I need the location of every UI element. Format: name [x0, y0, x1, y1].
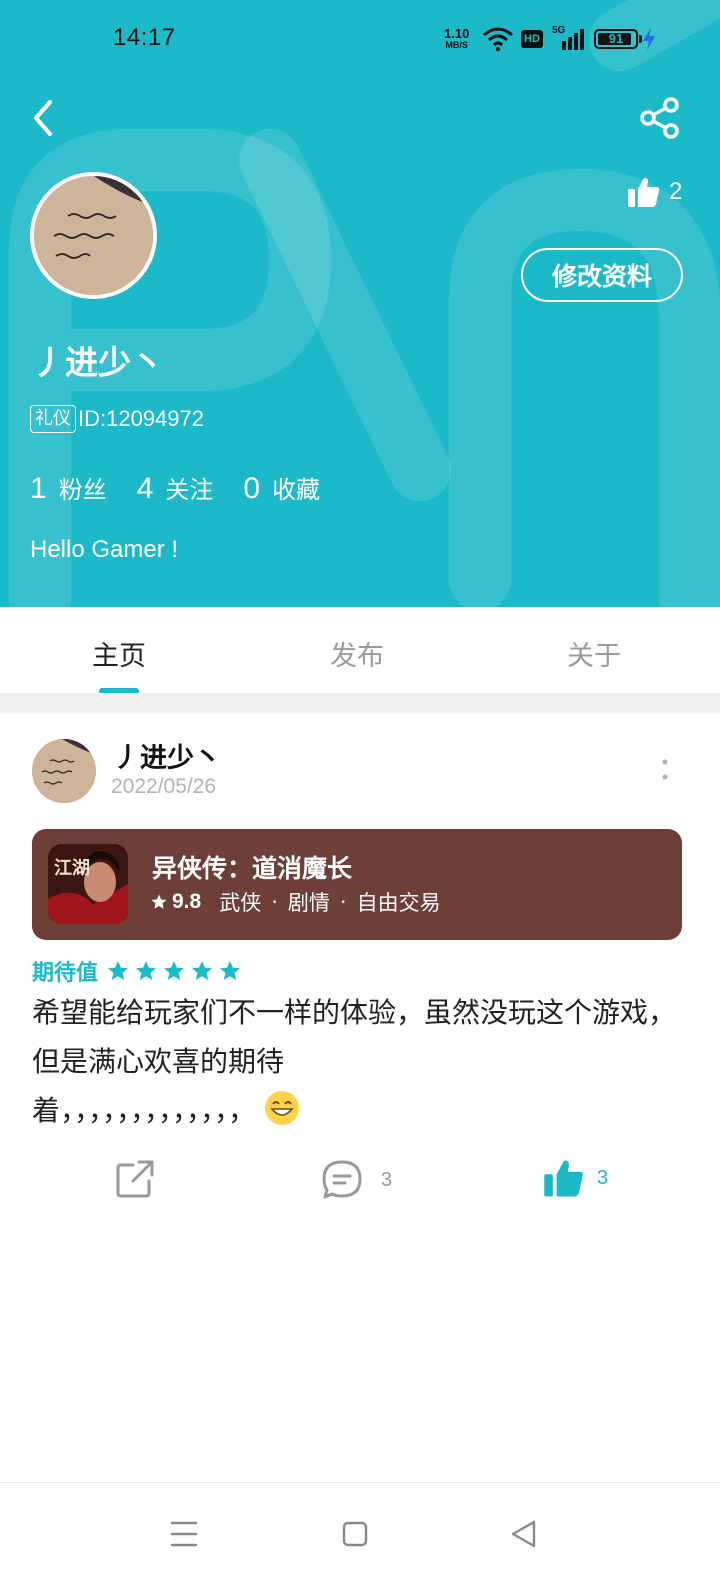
- back-button[interactable]: [26, 96, 66, 140]
- comment-icon: [322, 1160, 362, 1199]
- stat-favorites-label: 收藏: [272, 476, 321, 504]
- tab-home[interactable]: 主页: [0, 607, 270, 693]
- game-meta: 9.8 武侠 · 剧情 · 自由交易: [150, 887, 441, 917]
- share-icon: [640, 97, 679, 139]
- game-card[interactable]: 江湖 异侠传：道消魔长 9.8 武侠 · 剧情 · 自由交易: [32, 829, 682, 940]
- profile-bio: Hello Gamer !: [30, 536, 179, 563]
- like-count: 3: [597, 1166, 609, 1189]
- review-line-last: 着，，，，，，，，，，，，，: [32, 1086, 682, 1135]
- stat-fans-label: 粉丝: [58, 476, 107, 504]
- more-vertical-icon: [662, 759, 668, 780]
- stat-fans-count: 1: [30, 472, 47, 505]
- status-time: 14:17: [113, 24, 176, 51]
- watermark-graphic: [9, 0, 720, 607]
- profile-username: 丿进少丶: [32, 343, 164, 382]
- comment-count: 3: [381, 1168, 393, 1191]
- profile-header: 14:17 1.10 MB/S HD 5G 91 2 修改资料 丿进少丶 礼仪 …: [0, 0, 720, 607]
- review-text: 希望能给玩家们不一样的体验，虽然没玩这个游戏，但是满心欢喜的期待 着，，，，，，…: [32, 988, 682, 1135]
- stat-favorites[interactable]: 0 收藏: [243, 470, 320, 506]
- battery-level: 91: [608, 31, 624, 46]
- system-back-button[interactable]: [507, 1517, 541, 1551]
- avatar-image: [34, 176, 153, 295]
- id-row: 礼仪 ID:12094972: [30, 405, 204, 433]
- post-actions: 3 3: [0, 1155, 720, 1205]
- section-divider: [0, 693, 720, 713]
- charging-icon: [643, 28, 655, 50]
- user-id: ID:12094972: [78, 406, 204, 431]
- profile-like-button[interactable]: 2: [627, 172, 682, 212]
- hd-badge: HD: [521, 30, 543, 48]
- game-title: 异侠传：道消魔长: [152, 854, 353, 883]
- game-tag: 自由交易: [356, 891, 441, 915]
- stat-favorites-count: 0: [243, 472, 261, 505]
- back-icon: [34, 100, 52, 136]
- expectation-label: 期待值: [32, 961, 99, 986]
- thumbs-up-icon: [544, 1160, 583, 1197]
- game-score: 9.8: [172, 890, 202, 913]
- rating-star-icon: [136, 961, 157, 980]
- back-triangle-icon: [511, 1520, 536, 1548]
- stat-following-count: 4: [136, 472, 154, 505]
- stat-following[interactable]: 4 关注: [137, 470, 214, 506]
- network-speed-value: 1.10: [444, 26, 470, 41]
- profile-avatar[interactable]: [30, 172, 157, 299]
- game-tag: 剧情: [287, 891, 330, 915]
- game-tag: 武侠: [219, 891, 262, 915]
- star-icon: [151, 894, 167, 909]
- tag-separator: ·: [271, 890, 278, 914]
- tag-separator: ·: [339, 890, 347, 914]
- profile-stats: 1 粉丝 4 关注 0 收藏: [30, 470, 350, 506]
- network-speed-unit: MB/S: [445, 40, 468, 50]
- avatar-image: [32, 739, 96, 803]
- network-speed: 1.10 MB/S: [444, 27, 469, 50]
- status-bar: 14:17 1.10 MB/S HD 5G 91: [0, 0, 720, 80]
- edit-profile-button[interactable]: 修改资料: [521, 248, 683, 302]
- rating-star-icon: [108, 961, 129, 980]
- tab-bar: 主页 发布 关于: [0, 607, 720, 693]
- system-nav-bar: [0, 1482, 720, 1584]
- home-square-icon: [342, 1521, 368, 1547]
- external-share-icon: [116, 1160, 154, 1198]
- menu-icon: [170, 1521, 198, 1547]
- forward-button[interactable]: [115, 1159, 155, 1199]
- post-more-button[interactable]: [655, 757, 675, 785]
- review-line: 着，，，，，，，，，，，，，: [32, 1094, 257, 1127]
- game-icon-image: 江湖: [48, 844, 128, 924]
- post-author-name[interactable]: 丿进少丶: [113, 736, 221, 775]
- wifi-icon: [483, 27, 513, 52]
- expectation-rating: 期待值: [32, 955, 246, 987]
- thumbs-up-icon: [628, 177, 660, 207]
- game-icon: 江湖: [48, 844, 128, 924]
- battery-icon: 91: [594, 29, 642, 49]
- comment-button[interactable]: 3: [321, 1159, 392, 1201]
- user-badge[interactable]: 礼仪: [30, 405, 76, 433]
- signal-icon: [562, 29, 584, 50]
- game-icon-text: 江湖: [54, 858, 90, 879]
- tab-posts[interactable]: 发布: [270, 607, 470, 693]
- home-button[interactable]: [338, 1517, 372, 1551]
- grin-emoji-icon: [265, 1091, 300, 1125]
- rating-star-icon: [164, 961, 185, 980]
- rating-star-icon: [220, 961, 241, 980]
- post-date: 2022/05/26: [111, 775, 217, 798]
- share-button[interactable]: [638, 96, 682, 140]
- post-author-avatar[interactable]: [32, 739, 96, 803]
- like-button[interactable]: 3: [543, 1157, 608, 1199]
- profile-like-count: 2: [669, 178, 683, 205]
- rating-stars: [106, 959, 246, 983]
- stat-following-label: 关注: [165, 476, 214, 504]
- tab-about[interactable]: 关于: [470, 607, 720, 693]
- review-line: 希望能给玩家们不一样的体验，虽然没玩这个游戏，但是满心欢喜的期待: [32, 996, 677, 1078]
- stat-fans[interactable]: 1 粉丝: [30, 470, 107, 506]
- menu-button[interactable]: [167, 1517, 201, 1551]
- rating-star-icon: [192, 961, 213, 980]
